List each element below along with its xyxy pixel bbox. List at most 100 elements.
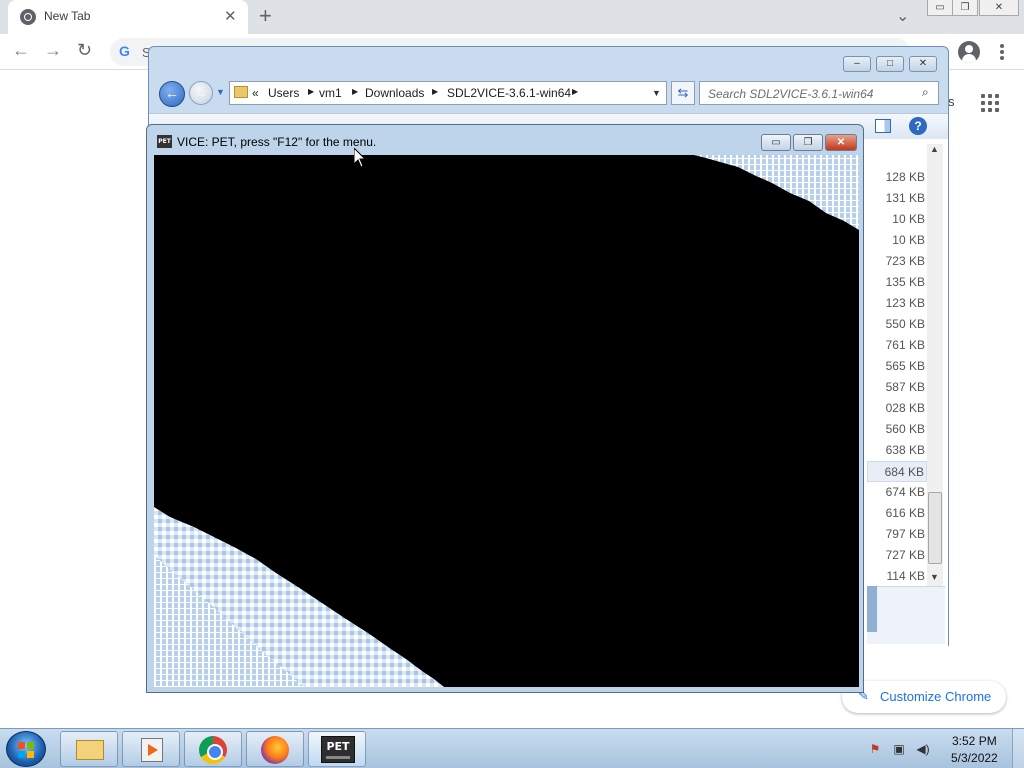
breadcrumb-separator-icon[interactable]: ▶ [352, 87, 358, 96]
top-right-glitch-area [694, 155, 859, 230]
tab-new-tab[interactable]: New Tab ✕ [8, 0, 248, 34]
vice-emulator-screen[interactable] [154, 155, 859, 687]
firefox-icon [261, 736, 289, 764]
search-icon: ⌕ [922, 85, 929, 99]
breadcrumb[interactable]: « Users ▶ vm1 ▶ Downloads ▶ SDL2VICE-3.6… [229, 81, 667, 105]
file-size[interactable]: 616 KB [867, 503, 927, 524]
file-size[interactable]: 674 KB [867, 482, 927, 503]
vice-close-button[interactable]: ✕ [825, 134, 857, 151]
chrome-minimize-button[interactable]: ▭ [927, 0, 953, 16]
file-size[interactable]: 128 KB [867, 167, 927, 188]
show-desktop-button[interactable] [1012, 729, 1024, 768]
start-button[interactable] [6, 731, 46, 767]
volume-icon[interactable]: ◀) [916, 742, 930, 756]
taskbar-firefox-button[interactable] [246, 731, 304, 767]
emulator-display-artifacts [154, 155, 859, 687]
explorer-maximize-button[interactable]: □ [876, 56, 904, 72]
taskbar-chrome-button[interactable] [184, 731, 242, 767]
address-dropdown-icon[interactable]: ▼ [652, 88, 661, 98]
file-size[interactable]: 028 KB [867, 398, 927, 419]
folder-icon [234, 86, 248, 98]
vice-titlebar[interactable]: PET VICE: PET, press "F12" for the menu.… [147, 125, 863, 155]
clock-time[interactable]: 3:52 PM [952, 734, 997, 748]
vice-minimize-button[interactable]: ▭ [761, 134, 791, 151]
breadcrumb-separator-icon[interactable]: ▶ [572, 87, 578, 96]
file-size-selected[interactable]: 684 KB [867, 461, 927, 482]
explorer-address-bar: ← → ▼ « Users ▶ vm1 ▶ Downloads ▶ SDL2VI… [159, 79, 939, 107]
breadcrumb-separator-icon[interactable]: ▶ [432, 87, 438, 96]
size-column: 128 KB 131 KB 10 KB 10 KB 723 KB 135 KB … [867, 167, 927, 587]
recent-pages-dropdown-icon[interactable]: ▼ [216, 87, 225, 97]
media-player-icon [141, 738, 163, 762]
explorer-navigation-strip [867, 586, 877, 632]
pet-icon: PET [321, 736, 355, 763]
search-placeholder: Search SDL2VICE-3.6.1-win64 [708, 87, 874, 101]
explorer-minimize-button[interactable]: – [843, 56, 871, 72]
customize-chrome-button[interactable]: ✎ Customize Chrome [842, 681, 1006, 713]
preview-pane-icon[interactable] [875, 119, 891, 133]
taskbar-media-player-button[interactable] [122, 731, 180, 767]
file-size[interactable]: 797 KB [867, 524, 927, 545]
folder-icon [76, 740, 104, 760]
breadcrumb-users[interactable]: Users [268, 86, 299, 100]
breadcrumb-downloads[interactable]: Downloads [365, 86, 424, 100]
explorer-back-button[interactable]: ← [159, 81, 185, 107]
vice-window-title: VICE: PET, press "F12" for the menu. [177, 135, 377, 149]
back-arrow-icon[interactable]: ← [12, 40, 30, 61]
chrome-favicon-icon [20, 9, 36, 25]
vice-pet-window: PET VICE: PET, press "F12" for the menu.… [146, 124, 864, 693]
vice-restore-button[interactable]: ❐ [793, 134, 823, 151]
file-size[interactable]: 10 KB [867, 230, 927, 251]
pet-app-icon: PET [157, 135, 172, 148]
explorer-forward-button[interactable]: → [189, 81, 213, 105]
google-g-icon: G [119, 43, 130, 59]
tab-close-icon[interactable]: ✕ [224, 7, 237, 25]
reload-icon[interactable]: ↻ [77, 40, 92, 61]
windows-logo-icon [18, 742, 34, 758]
explorer-close-button[interactable]: ✕ [909, 56, 937, 72]
file-size[interactable]: 638 KB [867, 440, 927, 461]
file-size[interactable]: 727 KB [867, 545, 927, 566]
chrome-close-button[interactable]: ✕ [979, 0, 1019, 16]
scroll-up-arrow-icon[interactable]: ▲ [930, 144, 939, 154]
help-icon[interactable]: ? [909, 117, 927, 135]
refresh-icon[interactable]: ⇆ [671, 81, 695, 105]
breadcrumb-overflow[interactable]: « [252, 86, 259, 100]
chrome-tabstrip: New Tab ✕ + ⌄ ▭ ❐ ✕ [0, 0, 1024, 34]
file-size[interactable]: 587 KB [867, 377, 927, 398]
tab-title: New Tab [44, 9, 91, 23]
customize-chrome-label: Customize Chrome [880, 689, 992, 704]
file-size[interactable]: 723 KB [867, 251, 927, 272]
scrollbar-thumb[interactable] [928, 492, 942, 564]
breadcrumb-sdl2vice[interactable]: SDL2VICE-3.6.1-win64 [447, 86, 571, 100]
explorer-details-pane [867, 586, 945, 644]
profile-avatar-icon[interactable] [958, 41, 980, 63]
taskbar-pet-button[interactable]: PET [308, 731, 366, 767]
explorer-search-input[interactable]: Search SDL2VICE-3.6.1-win64 ⌕ [699, 81, 939, 105]
file-size[interactable]: 10 KB [867, 209, 927, 230]
breadcrumb-vm1[interactable]: vm1 [319, 86, 342, 100]
action-center-flag-icon[interactable]: ⚑ [868, 742, 882, 756]
file-size[interactable]: 114 KB [867, 566, 927, 587]
file-size[interactable]: 761 KB [867, 335, 927, 356]
file-size[interactable]: 135 KB [867, 272, 927, 293]
explorer-vertical-scrollbar[interactable]: ▲ ▼ [927, 144, 943, 586]
tab-search-chevron-icon[interactable]: ⌄ [896, 6, 909, 26]
chrome-icon [199, 736, 227, 764]
chrome-menu-icon[interactable] [1000, 43, 1006, 61]
windows-taskbar: PET ⚑ ▣ ◀) 3:52 PM 5/3/2022 [0, 728, 1024, 768]
new-tab-button[interactable]: + [259, 3, 272, 29]
forward-arrow-icon[interactable]: → [44, 40, 62, 61]
file-size[interactable]: 565 KB [867, 356, 927, 377]
scroll-down-arrow-icon[interactable]: ▼ [930, 572, 939, 582]
breadcrumb-separator-icon[interactable]: ▶ [308, 87, 314, 96]
network-icon[interactable]: ▣ [892, 742, 906, 756]
clock-date[interactable]: 5/3/2022 [951, 751, 998, 765]
file-size[interactable]: 550 KB [867, 314, 927, 335]
file-size[interactable]: 123 KB [867, 293, 927, 314]
file-size[interactable]: 131 KB [867, 188, 927, 209]
file-size[interactable]: 560 KB [867, 419, 927, 440]
google-apps-grid-icon[interactable] [981, 94, 999, 112]
chrome-restore-button[interactable]: ❐ [952, 0, 978, 16]
taskbar-explorer-button[interactable] [60, 731, 118, 767]
